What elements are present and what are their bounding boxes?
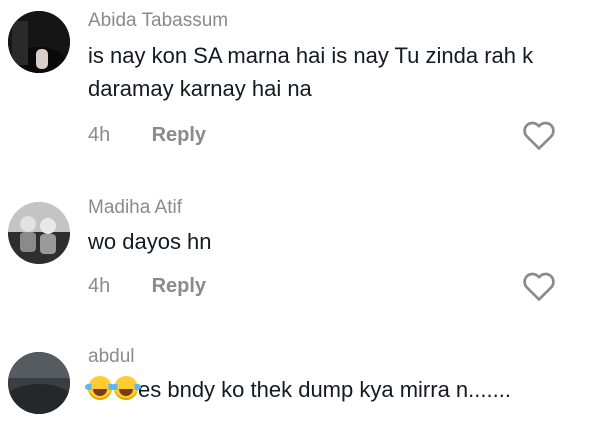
avatar[interactable]	[8, 352, 70, 414]
comment-item: Madiha Atif wo dayos hn 4h Reply	[0, 160, 607, 330]
comment-username[interactable]: Madiha Atif	[88, 197, 182, 219]
comment-timestamp: 4h	[88, 275, 111, 297]
avatar-photo-icon	[8, 202, 70, 264]
like-button[interactable]	[522, 270, 556, 302]
comment-item: Abida Tabassum is nay kon SA marna hai i…	[0, 0, 607, 160]
comment-meta: 4h Reply	[88, 275, 206, 298]
like-button[interactable]	[522, 119, 556, 151]
avatar[interactable]	[8, 11, 70, 73]
heart-outline-icon	[523, 121, 555, 150]
tears-of-joy-emoji-icon	[85, 376, 115, 400]
comment-timestamp: 4h	[88, 124, 111, 146]
avatar-photo-icon	[8, 11, 70, 73]
comment-text: is nay kon SA marna hai is nay Tu zinda …	[88, 43, 534, 101]
comment-username[interactable]: Abida Tabassum	[88, 10, 228, 32]
comment-text: wo dayos hn	[88, 229, 212, 254]
reply-button[interactable]: Reply	[152, 275, 206, 298]
comment-username[interactable]: abdul	[88, 346, 135, 368]
tears-of-joy-emoji-icon	[111, 376, 141, 400]
reply-button[interactable]: Reply	[152, 124, 206, 147]
comment-item: abdul es bndy ko thek dump kya mirra n..…	[0, 330, 607, 422]
heart-outline-icon	[523, 272, 555, 301]
comment-text: es bndy ko thek dump kya mirra n.......	[85, 373, 603, 406]
comment-meta: 4h Reply	[88, 124, 206, 147]
comment-text-body: es bndy ko thek dump kya mirra n.......	[138, 377, 511, 402]
avatar-photo-icon	[8, 352, 70, 414]
avatar[interactable]	[8, 202, 70, 264]
